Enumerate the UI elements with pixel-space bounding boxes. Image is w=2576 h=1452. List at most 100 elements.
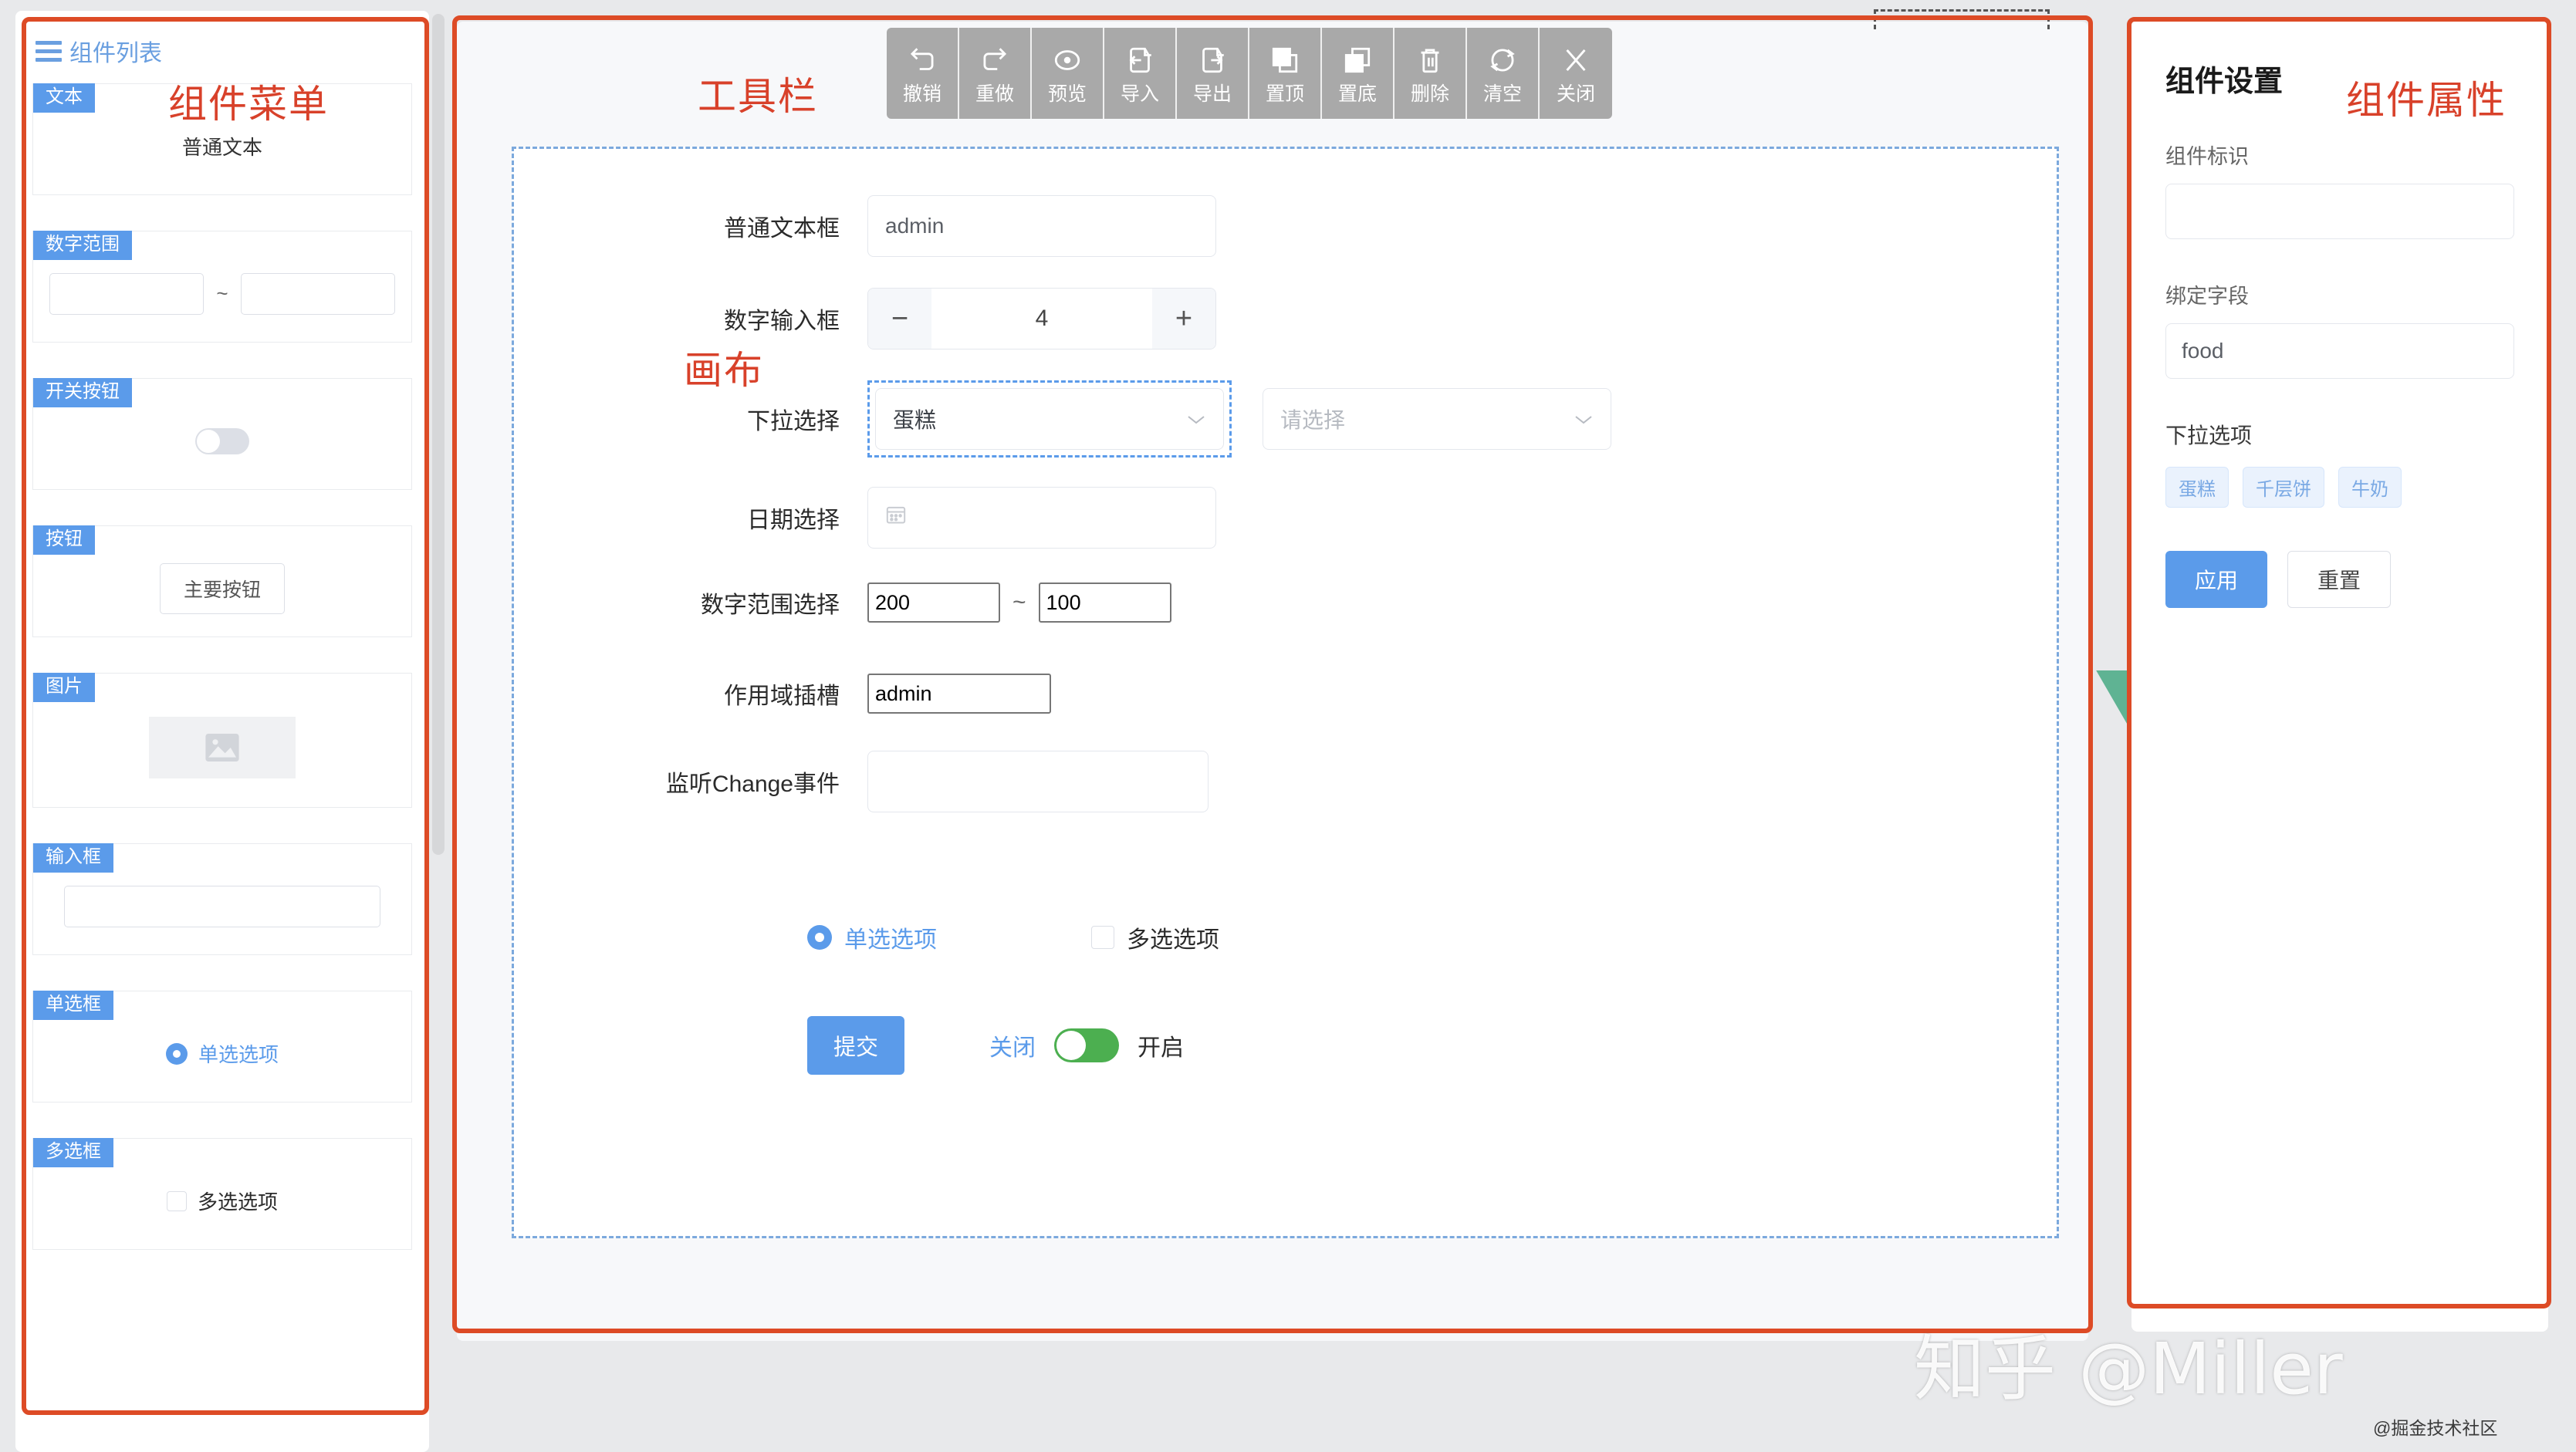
toolbar-button-import[interactable]: 导入 [1104,28,1177,119]
send-to-back-icon [1342,43,1373,77]
component-tag-switch: 开关按钮 [33,378,132,407]
text-input-preview[interactable] [64,885,380,927]
form-row-plain-text: 普通文本框 admin [636,195,1216,257]
number-range-min-input[interactable]: 200 [867,582,1000,623]
form-label-plain-text: 普通文本框 [724,216,840,241]
select-value: 蛋糕 [893,408,937,432]
toolbar-button-undo[interactable]: 撤销 [887,28,959,119]
app-root: 组件列表 文本 普通文本 数字范围 ~ 开关按钮 按钮 主要按钮 图片 输入框 … [0,0,2576,1452]
annotation-label-toolbar: 工具栏 [698,75,818,118]
select-dropdown-cake[interactable]: 蛋糕 [875,388,1224,450]
toolbar-button-delete[interactable]: 删除 [1394,28,1467,119]
canvas-radio-label: 单选选项 [844,927,937,953]
option-tag[interactable]: 牛奶 [2338,467,2402,508]
radio-option[interactable]: 单选选项 [165,1039,279,1068]
number-increment-button[interactable]: + [1152,289,1215,349]
chevron-down-icon [1574,407,1594,431]
range-min-input[interactable] [49,272,205,315]
options-row: 单选选项 多选选项 [807,920,1219,954]
toolbar-button-export[interactable]: 导出 [1177,28,1249,119]
eye-icon [1052,43,1083,77]
form-label-scoped-slot: 作用域插槽 [724,684,840,709]
toolbar-button-redo[interactable]: 重做 [959,28,1032,119]
selected-component-outline: 蛋糕 [867,380,1232,458]
settings-field-bind: 绑定字段 food [2165,279,2514,379]
canvas-switch-toggle[interactable] [1054,1028,1120,1062]
plain-text-input[interactable]: admin [867,195,1216,257]
options-label: 下拉选项 [2165,424,2253,447]
component-id-input[interactable] [2165,184,2514,239]
canvas-checkbox-option[interactable]: 多选选项 [1091,920,1219,954]
annotation-label-component-menu: 组件菜单 [168,83,329,126]
toolbar-button-preview[interactable]: 预览 [1032,28,1104,119]
range-separator: ~ [216,282,228,305]
form-row-select: 下拉选择 蛋糕 请选择 [636,380,1611,458]
option-tag[interactable]: 千层饼 [2243,467,2324,508]
component-card-number-range[interactable]: 数字范围 ~ [32,231,412,343]
switch-knob [197,429,220,453]
editor-toolbar: 撤销 重做 预览 导入 导出 置顶 置底 删除 清空 关闭 [887,28,1612,119]
annotation-label-component-props: 组件属性 [2346,79,2507,122]
primary-button-preview[interactable]: 主要按钮 [159,562,285,614]
component-list: 文本 普通文本 数字范围 ~ 开关按钮 按钮 主要按钮 图片 输入框 单选框 单… [15,68,429,1250]
form-label-number-input: 数字输入框 [724,309,840,334]
chevron-down-icon [1186,407,1206,431]
options-tag-list: 蛋糕 千层饼 牛奶 [2165,467,2514,508]
switch-toggle[interactable] [195,427,249,454]
toolbar-button-bring-to-front[interactable]: 置顶 [1249,28,1322,119]
bind-field-input[interactable]: food [2165,323,2514,379]
hamburger-menu-icon[interactable] [35,40,62,62]
toolbar-button-close[interactable]: 关闭 [1540,28,1612,119]
number-stepper[interactable]: − 4 + [867,288,1216,349]
component-card-switch[interactable]: 开关按钮 [32,378,412,490]
component-card-radio[interactable]: 单选框 单选选项 [32,991,412,1103]
number-value[interactable]: 4 [931,289,1152,349]
component-card-checkbox[interactable]: 多选框 多选选项 [32,1138,412,1250]
number-range-max-input[interactable]: 100 [1038,582,1171,623]
select-dropdown-empty[interactable]: 请选择 [1263,388,1611,450]
scoped-slot-input[interactable]: admin [867,674,1051,714]
component-card-image[interactable]: 图片 [32,673,412,808]
submit-button[interactable]: 提交 [807,1016,905,1075]
component-tag-input: 输入框 [33,843,113,873]
option-tag[interactable]: 蛋糕 [2165,467,2229,508]
redo-icon [979,43,1010,77]
component-tag-text: 文本 [33,83,95,113]
number-range-separator: ~ [1012,589,1026,615]
component-tag-number-range: 数字范围 [33,231,132,260]
date-picker-input[interactable] [867,487,1216,549]
toolbar-button-clear[interactable]: 清空 [1467,28,1540,119]
toolbar-button-send-to-back[interactable]: 置底 [1322,28,1394,119]
checkbox-option-label: 多选选项 [197,1190,278,1214]
change-event-input[interactable] [867,751,1209,812]
annotation-label-canvas: 画布 [684,349,764,392]
component-list-header: 组件列表 [15,11,429,68]
component-card-input[interactable]: 输入框 [32,843,412,955]
design-canvas[interactable]: 普通文本框 admin 数字输入框 − 4 + 下拉选择 蛋糕 请选择 日期选择… [512,147,2382,1238]
range-max-input[interactable] [240,272,395,315]
left-panel-scrollbar[interactable] [432,14,445,855]
bring-to-front-icon [1269,43,1300,77]
component-list-title: 组件列表 [69,41,162,66]
canvas-radio-option[interactable]: 单选选项 [807,920,937,954]
component-settings-panel: 组件设置 组件标识 绑定字段 food 下拉选项 蛋糕 千层饼 牛奶 应用 重置 [2131,20,2548,1332]
reset-button[interactable]: 重置 [2287,551,2392,608]
switch-on-label: 开启 [1138,1035,1185,1061]
calendar-icon [885,504,907,532]
watermark-community: @掘金技术社区 [2373,1418,2498,1438]
component-card-button[interactable]: 按钮 主要按钮 [32,525,412,637]
component-tag-checkbox: 多选框 [33,1138,113,1167]
form-row-number-range: 数字范围选择 200 ~ 100 [636,582,1171,623]
checkbox-indicator-icon [1091,926,1114,949]
apply-button[interactable]: 应用 [2165,551,2268,608]
radio-option-label: 单选选项 [198,1043,279,1066]
number-decrement-button[interactable]: − [868,289,931,349]
switch-off-label: 关闭 [989,1035,1036,1061]
form-row-date-picker: 日期选择 [636,487,1216,549]
bind-field-label: 绑定字段 [2165,285,2249,308]
component-tag-radio: 单选框 [33,991,113,1020]
checkbox-option[interactable]: 多选选项 [166,1187,278,1215]
settings-actions: 应用 重置 [2165,551,2514,608]
import-icon [1124,43,1155,77]
component-tag-button: 按钮 [33,525,95,555]
